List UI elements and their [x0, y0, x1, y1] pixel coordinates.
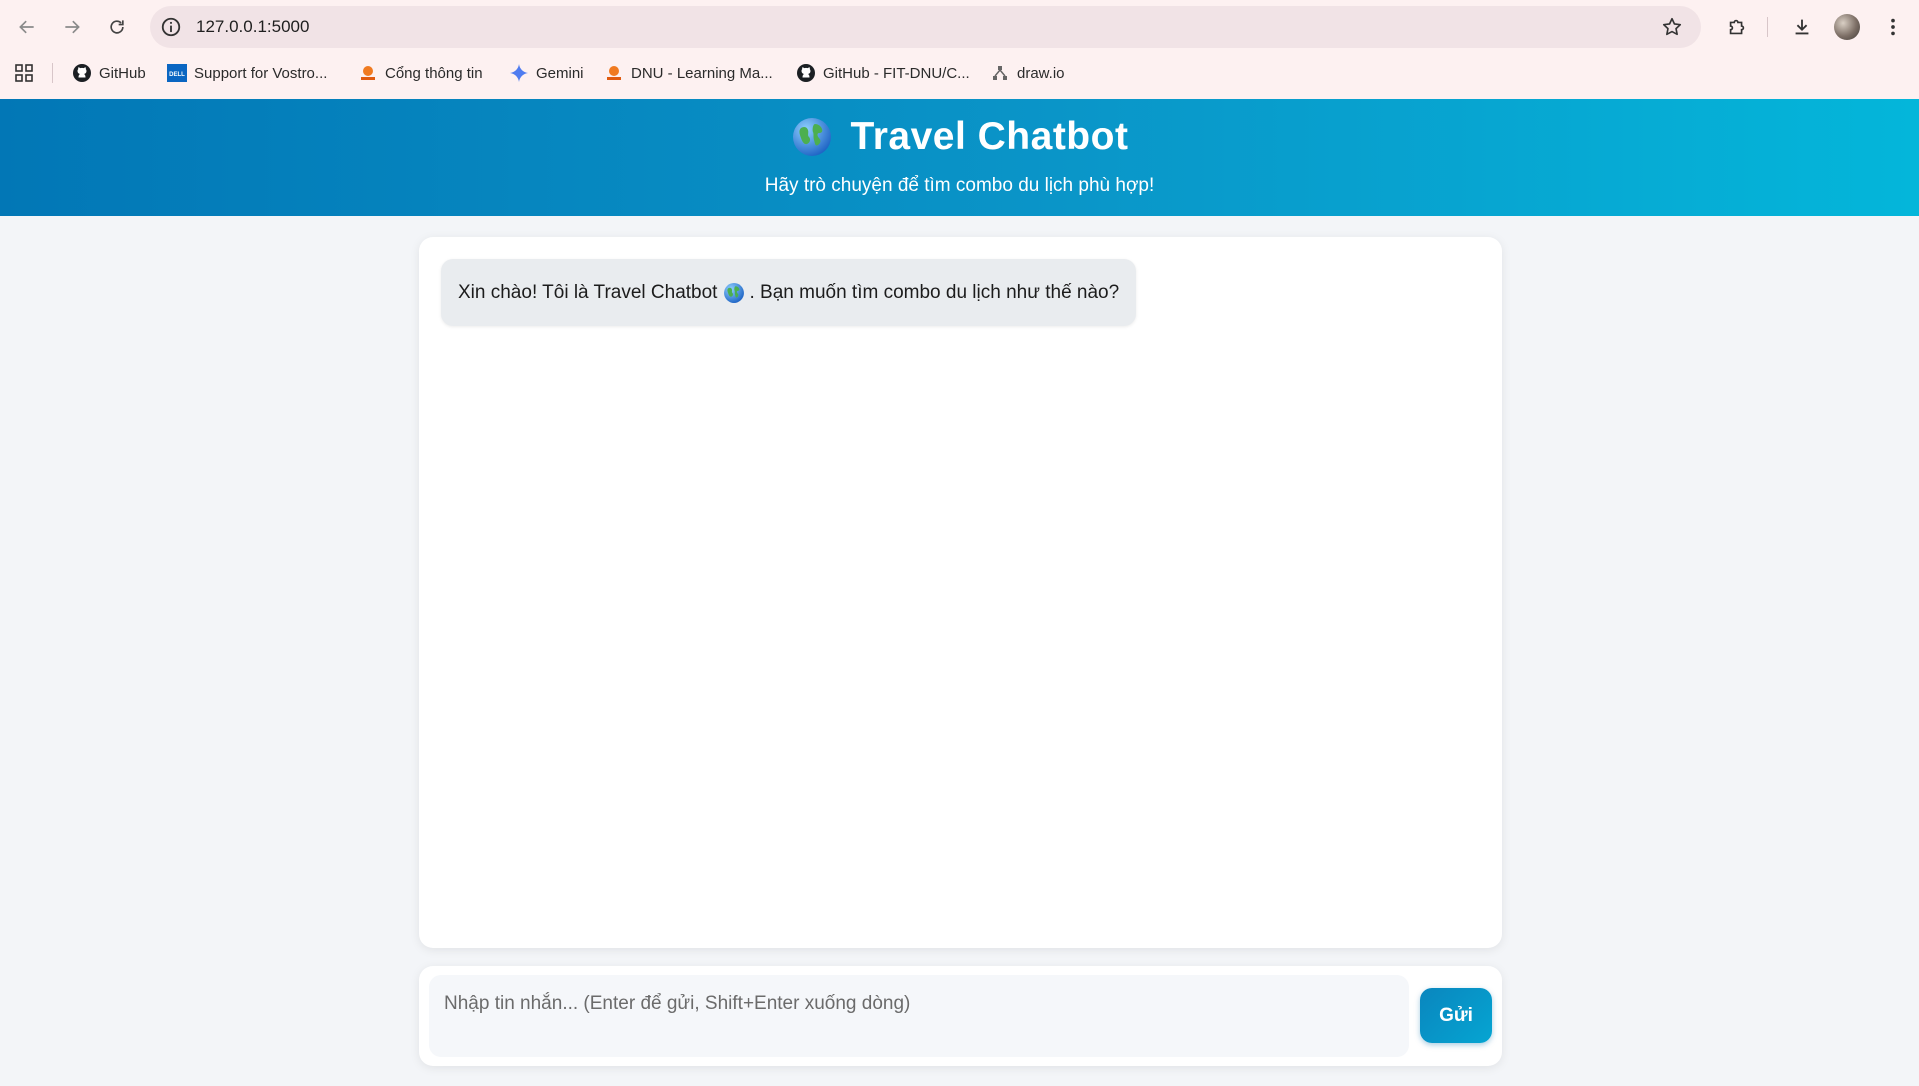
chat-messages-panel[interactable]: Xin chào! Tôi là Travel Chatbot . Bạn mu…	[419, 237, 1502, 948]
bookmark-label: Cổng thông tin	[385, 64, 483, 82]
bookmark-label: GitHub - FIT-DNU/C...	[823, 64, 970, 82]
forward-button[interactable]	[56, 11, 88, 43]
toolbar-divider	[1767, 17, 1768, 37]
app-subtitle: Hãy trò chuyện để tìm combo du lịch phù …	[764, 175, 1155, 196]
bookmark-dnu-learning[interactable]: DNU - Learning Ma...	[604, 54, 773, 92]
profile-avatar[interactable]	[1834, 14, 1860, 40]
address-bar[interactable]: 127.0.0.1:5000	[150, 6, 1701, 48]
dnu-logo-icon	[604, 63, 624, 83]
apps-grid-icon	[14, 63, 34, 83]
browser-menu-button[interactable]	[1879, 13, 1907, 41]
browser-toolbar: 127.0.0.1:5000	[0, 0, 1919, 54]
dnu-logo-icon	[358, 63, 378, 83]
bookmark-star-icon[interactable]	[1661, 16, 1683, 38]
bookmark-github[interactable]: GitHub	[72, 54, 146, 92]
page-title: Travel Chatbot	[0, 115, 1919, 159]
puzzle-icon	[1729, 19, 1745, 35]
bookmark-github-fit-dnu[interactable]: GitHub - FIT-DNU/C...	[796, 54, 970, 92]
bookmark-cong-thong-tin[interactable]: Cổng thông tin	[358, 54, 483, 92]
svg-text:DELL: DELL	[169, 72, 185, 78]
back-button[interactable]	[11, 11, 43, 43]
bookmarks-bar: GitHub DELL Support for Vostro... Cổng t…	[0, 54, 1919, 92]
bookmark-drawio[interactable]: draw.io	[990, 54, 1065, 92]
bot-message-text: Xin chào! Tôi là Travel Chatbot	[458, 281, 718, 303]
app-title-text: Travel Chatbot	[850, 115, 1129, 158]
bookmark-label: GitHub	[99, 64, 146, 82]
reload-icon	[110, 20, 124, 34]
reload-button[interactable]	[101, 11, 133, 43]
extensions-button[interactable]	[1723, 13, 1751, 41]
send-button[interactable]: Gửi	[1420, 988, 1492, 1043]
message-input[interactable]	[429, 975, 1409, 1057]
gemini-icon	[509, 63, 529, 83]
downloads-button[interactable]	[1788, 13, 1816, 41]
bookmark-label: DNU - Learning Ma...	[631, 64, 773, 82]
apps-button[interactable]	[14, 54, 41, 92]
drawio-icon	[990, 63, 1010, 83]
bookmarks-divider	[52, 63, 53, 83]
github-icon	[72, 63, 92, 83]
dell-icon: DELL	[167, 63, 187, 83]
bot-message: Xin chào! Tôi là Travel Chatbot . Bạn mu…	[441, 259, 1137, 326]
download-icon	[1795, 19, 1809, 35]
arrow-left-icon	[19, 20, 34, 34]
url-text[interactable]: 127.0.0.1:5000	[196, 6, 309, 48]
globe-icon	[792, 118, 831, 156]
bookmark-dell-support[interactable]: DELL Support for Vostro...	[167, 54, 327, 92]
composer: Gửi	[419, 966, 1502, 1066]
bookmark-label: Support for Vostro...	[194, 64, 328, 82]
github-icon	[796, 63, 816, 83]
bookmark-label: Gemini	[536, 64, 584, 82]
arrow-right-icon	[65, 20, 80, 34]
globe-icon	[724, 282, 745, 303]
kebab-menu-icon	[1891, 18, 1895, 36]
browser-chrome: 127.0.0.1:5000 GitHub DELL Support for V…	[0, 0, 1919, 99]
site-info-icon[interactable]	[160, 16, 182, 38]
bookmark-gemini[interactable]: Gemini	[509, 54, 584, 92]
bookmark-label: draw.io	[1017, 64, 1065, 82]
bot-message-text-continued: . Bạn muốn tìm combo du lịch như thế nào…	[749, 281, 1120, 303]
app-header: Travel Chatbot Hãy trò chuyện để tìm com…	[0, 99, 1919, 216]
